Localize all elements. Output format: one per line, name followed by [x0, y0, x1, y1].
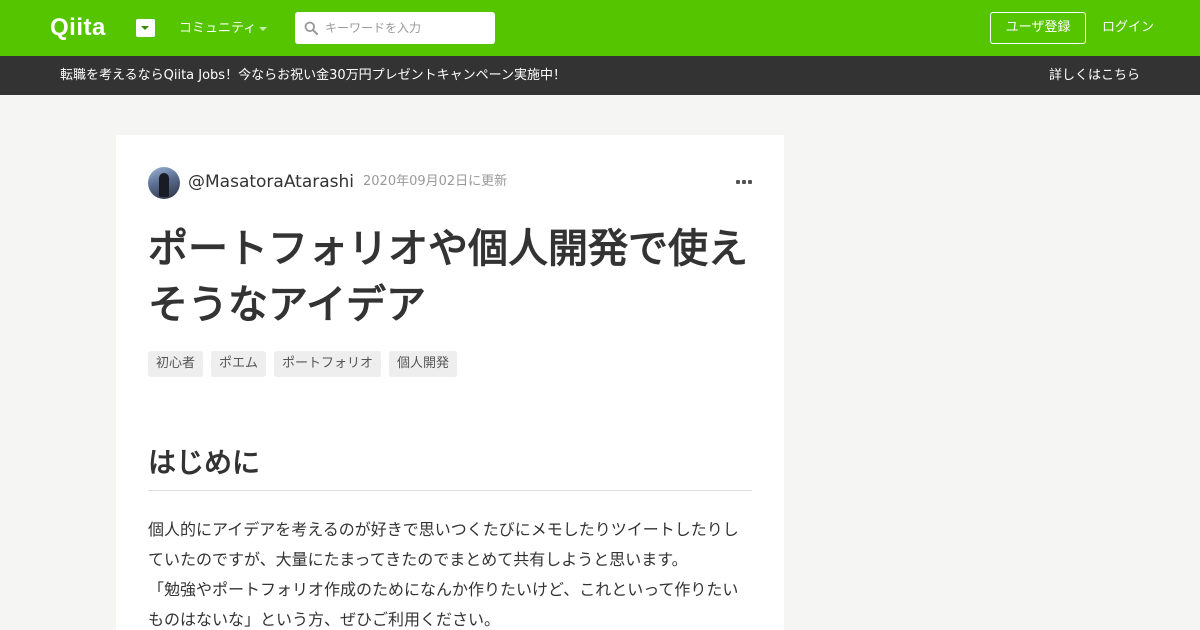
tag-personal-dev[interactable]: 個人開発 [389, 351, 458, 377]
avatar-figure [159, 173, 169, 197]
community-menu[interactable]: コミュニティ [179, 20, 256, 38]
global-header: Qiita コミュニティ ユーザ登録 ログイン [0, 0, 1200, 56]
article-title: ポートフォリオや個人開発で使えそうなアイデア [148, 226, 748, 328]
body-paragraph: 個人的にアイデアを考えるのが好きで思いつくたびにメモしたりツイートしたりしていた… [148, 520, 739, 569]
search-input[interactable] [325, 18, 485, 38]
updated-date: 2020年09月02日に更新 [363, 174, 508, 189]
service-menu-caret-icon[interactable] [136, 19, 155, 37]
article-card: @MasatoraAtarashi 2020年09月02日に更新 ポートフォリオ… [116, 135, 784, 630]
tag-beginner[interactable]: 初心者 [148, 351, 204, 377]
chevron-down-icon[interactable] [259, 27, 267, 31]
search-box[interactable] [295, 12, 495, 44]
avatar[interactable] [148, 167, 180, 199]
author-username[interactable]: @MasatoraAtarashi [188, 171, 354, 193]
section-heading: はじめに [148, 442, 752, 491]
signup-button[interactable]: ユーザ登録 [990, 12, 1086, 44]
login-link[interactable]: ログイン [1102, 19, 1154, 37]
tag-poem[interactable]: ポエム [211, 351, 267, 377]
promo-text: 転職を考えるならQiita Jobs！今ならお祝い金30万円プレゼントキャンペー… [60, 68, 566, 83]
promo-details-link[interactable]: 詳しくはこちら [1049, 66, 1140, 85]
article-body: 個人的にアイデアを考えるのが好きで思いつくたびにメモしたりツイートしたりしていた… [148, 515, 752, 630]
qiita-logo[interactable]: Qiita [50, 13, 106, 43]
tag-list: 初心者 ポエム ポートフォリオ 個人開発 [148, 351, 458, 377]
tag-portfolio[interactable]: ポートフォリオ [274, 351, 382, 377]
more-options-icon[interactable] [736, 179, 752, 185]
promo-banner: 転職を考えるならQiita Jobs！今ならお祝い金30万円プレゼントキャンペー… [0, 56, 1200, 95]
search-icon [304, 21, 318, 35]
body-paragraph: 「勉強やポートフォリオ作成のためになんか作りたいけど、これといって作りたいものは… [148, 580, 739, 629]
